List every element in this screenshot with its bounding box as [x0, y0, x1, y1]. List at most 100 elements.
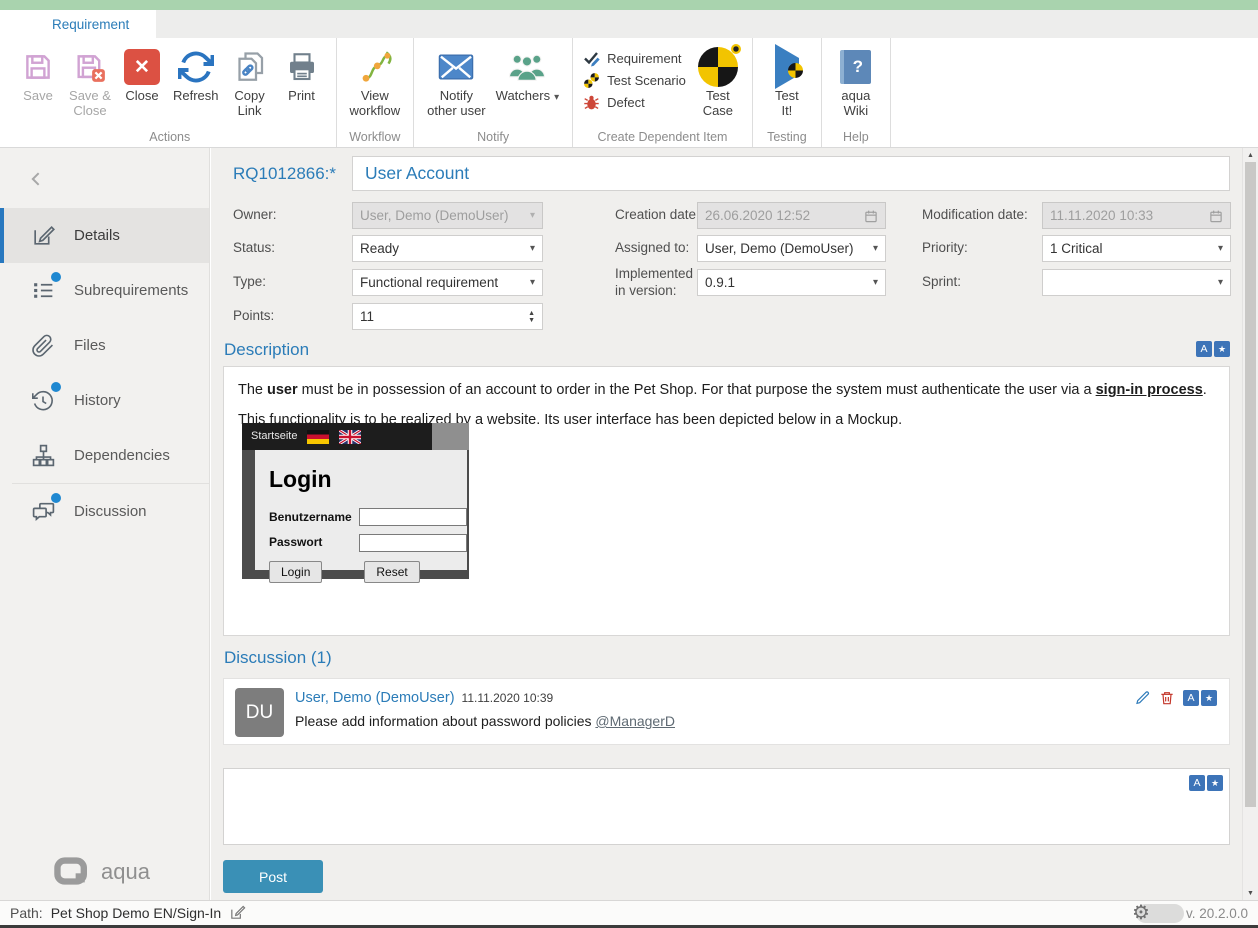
collapse-sidebar-button[interactable] [24, 166, 50, 192]
watchers-button[interactable]: Watchers▾ [491, 42, 564, 107]
group-label-notify: Notify [414, 130, 572, 144]
comment-text: Please add information about password po… [295, 713, 675, 729]
notification-dot [51, 382, 61, 392]
copy-link-label: Copy Link [234, 89, 264, 119]
aqua-wiki-button[interactable]: ? aqua Wiki [830, 42, 882, 122]
sprint-label: Sprint: [922, 274, 961, 291]
create-requirement-button[interactable]: Requirement [583, 50, 686, 67]
chevron-down-icon: ▾ [1218, 277, 1223, 288]
close-button[interactable]: ✕ Close [116, 42, 168, 107]
modification-date-field: 11.11.2020 10:33 [1042, 202, 1231, 229]
close-label: Close [125, 89, 158, 104]
test-case-button[interactable]: Test Case [692, 42, 744, 122]
points-label: Points: [233, 308, 274, 325]
calendar-icon [864, 209, 878, 223]
owner-label: Owner: [233, 207, 277, 224]
title-input[interactable]: User Account [352, 156, 1230, 191]
owner-select: User, Demo (DemoUser) ▾ [352, 202, 543, 229]
notify-other-user-button[interactable]: Notify other user [422, 42, 491, 122]
description-editor[interactable]: The user must be in possession of an acc… [223, 366, 1230, 636]
mockup-login-heading: Login [269, 462, 467, 498]
scrollbar-thumb[interactable] [1245, 162, 1256, 807]
scroll-down-button[interactable]: ▼ [1243, 886, 1258, 900]
avatar: DU [235, 688, 284, 737]
main-content: RQ1012866:* User Account Owner: User, De… [211, 148, 1242, 900]
stepper-up-icon: ▲ [528, 310, 535, 317]
translate-star-icon: ★ [1214, 341, 1230, 357]
notify-other-user-label: Notify other user [427, 89, 486, 119]
sidebar-item-details[interactable]: Details [0, 208, 209, 263]
save-button: Save [12, 42, 64, 107]
sidebar-item-subrequirements[interactable]: Subrequirements [0, 263, 209, 318]
view-workflow-button[interactable]: View workflow [345, 42, 406, 122]
watchers-caret-icon: ▾ [554, 92, 559, 103]
settings-toggle[interactable]: ⚙ [1136, 904, 1184, 923]
sidebar-item-files[interactable]: Files [0, 318, 209, 373]
tab-requirement-label: Requirement [52, 17, 129, 32]
envelope-icon [437, 45, 475, 89]
tab-requirement[interactable]: Requirement [25, 10, 156, 38]
group-label-workflow: Workflow [337, 130, 414, 144]
post-button[interactable]: Post [223, 860, 323, 893]
translate-button[interactable]: A ★ [1196, 341, 1230, 357]
points-stepper[interactable]: ▲ ▼ [528, 310, 535, 324]
refresh-icon [178, 45, 214, 89]
edit-comment-button[interactable] [1135, 690, 1151, 706]
test-case-sun-icon [731, 44, 741, 54]
aqua-wiki-label: aqua Wiki [841, 89, 870, 119]
new-comment-box: A ★ [223, 768, 1230, 845]
ribbon-group-testing: Test It! Testing [753, 38, 822, 147]
create-defect-button[interactable]: Defect [583, 94, 686, 111]
implemented-in-version-select[interactable]: 0.9.1 ▾ [697, 269, 886, 296]
comment-timestamp: 11.11.2020 10:39 [462, 691, 554, 705]
edit-path-button[interactable] [229, 904, 246, 921]
create-test-scenario-button[interactable]: Test Scenario [583, 72, 686, 89]
sidebar-item-discussion[interactable]: Discussion [0, 484, 209, 539]
status-select[interactable]: Ready ▾ [352, 235, 543, 262]
vertical-scrollbar[interactable]: ▲ ▼ [1242, 148, 1258, 900]
requirement-id-label: RQ1012866:* [233, 164, 336, 184]
stepper-down-icon: ▼ [528, 317, 535, 324]
translate-comment-button[interactable]: A ★ [1183, 690, 1217, 706]
comment-input[interactable] [224, 769, 1229, 844]
assigned-to-label: Assigned to: [615, 240, 689, 257]
german-flag-icon [307, 430, 329, 444]
print-button[interactable]: Print [276, 42, 328, 107]
copy-link-button[interactable]: Copy Link [224, 42, 276, 122]
chevron-down-icon: ▾ [873, 243, 878, 254]
translate-input-button[interactable]: A ★ [1189, 775, 1223, 791]
mockup-tab-bar: Startseite [242, 423, 432, 450]
delete-comment-button[interactable] [1159, 690, 1175, 706]
creation-date-field: 26.06.2020 12:52 [697, 202, 886, 229]
test-it-button[interactable]: Test It! [761, 42, 813, 122]
org-chart-icon [30, 443, 56, 469]
sidebar-item-dependencies[interactable]: Dependencies [0, 428, 209, 483]
priority-select[interactable]: 1 Critical ▾ [1042, 235, 1231, 262]
wiki-book-icon: ? [840, 45, 871, 89]
create-test-scenario-label: Test Scenario [607, 73, 686, 88]
sidebar-item-label: Discussion [74, 503, 147, 520]
tab-row-left-pad [0, 10, 25, 38]
path-label: Path: [10, 905, 43, 921]
type-select[interactable]: Functional requirement ▾ [352, 269, 543, 296]
translate-a-icon: A [1183, 690, 1199, 706]
chevron-down-icon: ▾ [530, 277, 535, 288]
status-bar: Path: Pet Shop Demo EN/Sign-In ⚙ v. 20.2… [0, 900, 1258, 925]
scroll-up-button[interactable]: ▲ [1243, 148, 1258, 162]
assigned-to-select[interactable]: User, Demo (DemoUser) ▾ [697, 235, 886, 262]
sprint-select[interactable]: ▾ [1042, 269, 1231, 296]
watchers-icon [506, 45, 548, 89]
mockup-password-input [359, 534, 467, 552]
sidebar-item-history[interactable]: History [0, 373, 209, 428]
sign-in-process-link[interactable]: sign-in process [1096, 382, 1203, 398]
mention-link[interactable]: @ManagerD [595, 713, 675, 729]
requirement-icon [583, 50, 600, 67]
refresh-button[interactable]: Refresh [168, 42, 224, 107]
save-close-button: Save & Close [64, 42, 116, 122]
points-input[interactable]: 11 ▲ ▼ [352, 303, 543, 330]
test-scenario-icon [583, 72, 600, 89]
paperclip-icon [30, 333, 56, 359]
mockup-tab-bar-rest [432, 423, 469, 450]
comment-author-link[interactable]: User, Demo (DemoUser) [295, 690, 455, 706]
login-mockup-image: Startseite Login Benutzername [242, 423, 469, 579]
